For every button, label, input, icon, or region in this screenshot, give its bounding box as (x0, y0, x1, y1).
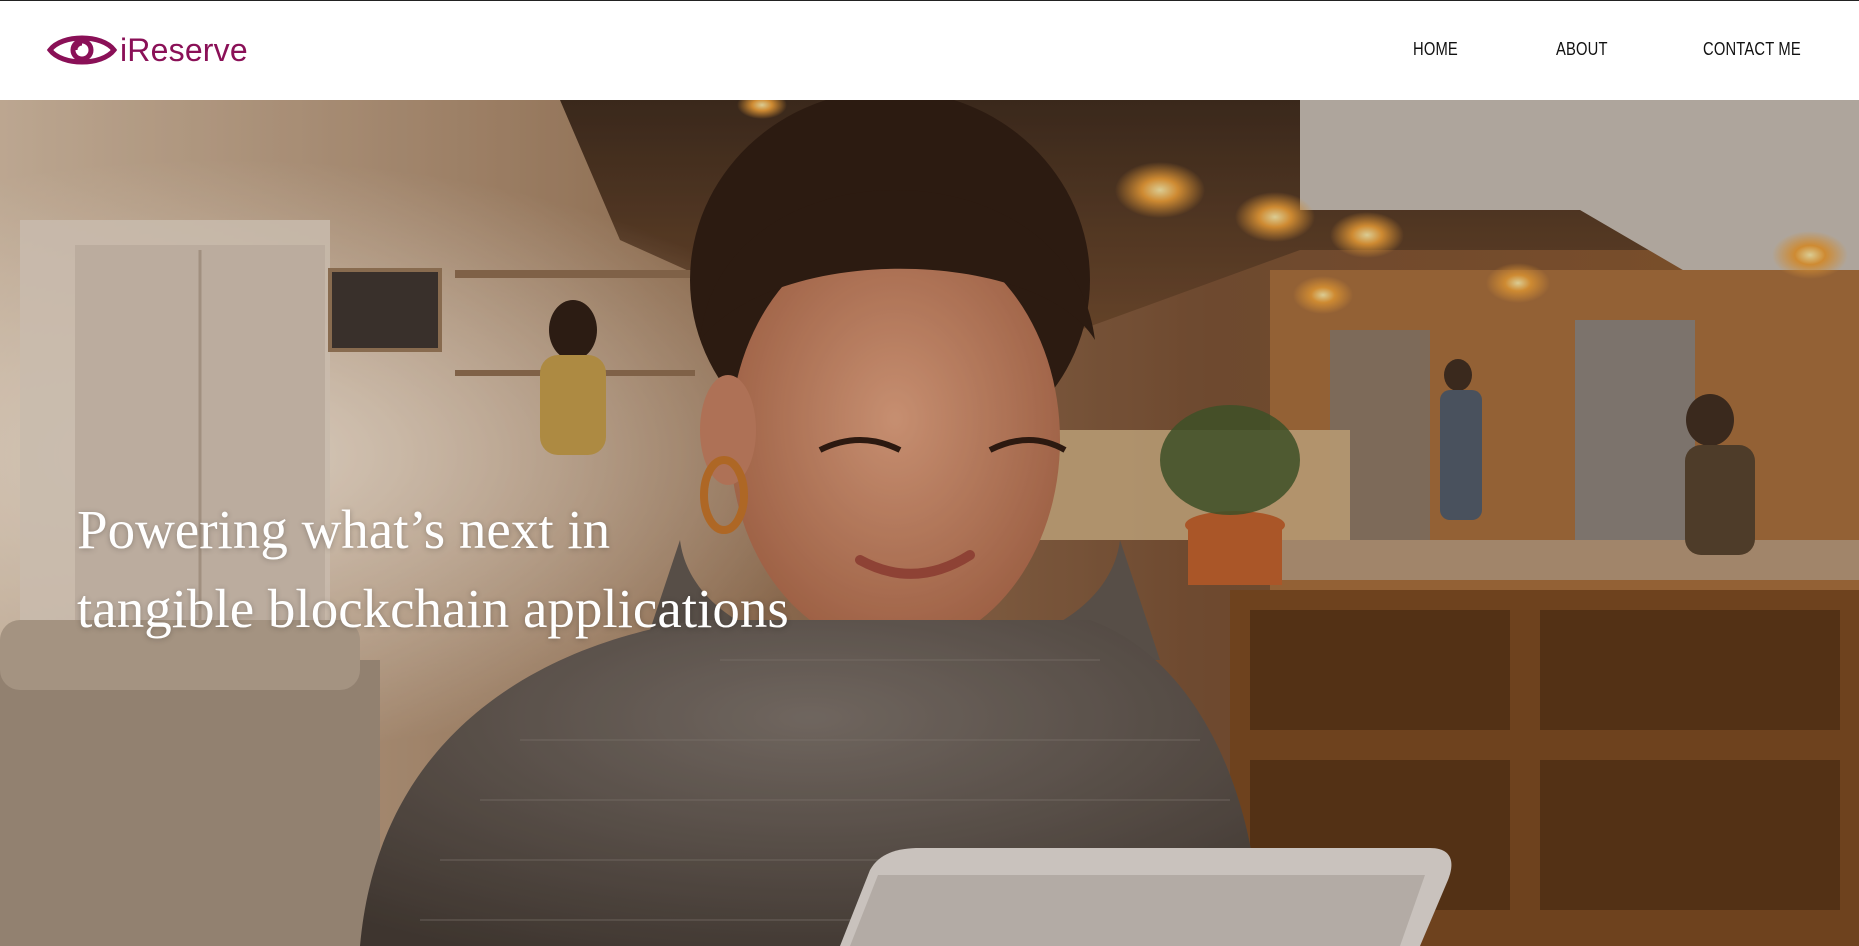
hero-section: Powering what’s next in tangible blockch… (0, 100, 1859, 946)
site-header: iReserve HOME ABOUT CONTACT ME (0, 1, 1859, 100)
eye-icon (46, 29, 118, 71)
hero-title-line-1: Powering what’s next in (77, 499, 611, 560)
hero-title: Powering what’s next in tangible blockch… (77, 490, 789, 648)
nav-contact-link[interactable]: CONTACT ME (1703, 39, 1801, 60)
nav-home-link[interactable]: HOME (1413, 39, 1458, 60)
brand-logo[interactable]: iReserve (46, 29, 248, 71)
brand-name: iReserve (120, 32, 248, 68)
nav-about-link[interactable]: ABOUT (1556, 39, 1608, 60)
hero-title-line-2: tangible blockchain applications (77, 578, 789, 639)
